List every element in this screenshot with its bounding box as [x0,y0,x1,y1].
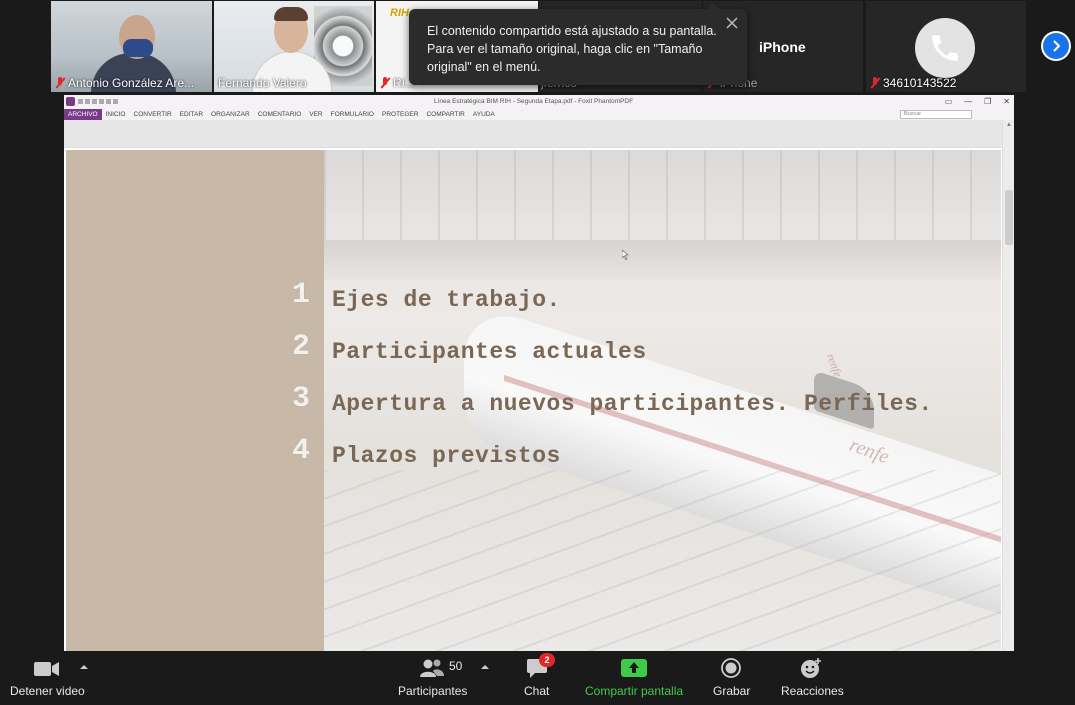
menu-item-proteger[interactable]: PROTEGER [378,111,422,118]
mouse-cursor-icon [621,247,630,261]
vertical-scrollbar[interactable]: ▲ [1002,120,1014,651]
record-icon [721,658,741,678]
phone-icon [915,18,975,78]
video-options-caret-icon[interactable] [80,665,88,669]
participant-name: 34610143522 [870,76,956,90]
menu-item-archivo[interactable]: ARCHIVO [64,109,102,120]
list-item: Apertura a nuevos participantes. Perfile… [332,391,933,417]
menu-item-formulario[interactable]: FORMULARIO [327,111,378,118]
participant-tile[interactable]: Antonio González Are... [51,1,212,92]
participants-button[interactable]: 50 Participantes [395,651,470,705]
video-camera-icon [34,662,59,676]
menu-item-editar[interactable]: EDITAR [176,111,207,118]
search-input[interactable]: Buscar [900,110,972,119]
quick-access-toolbar [78,99,118,104]
participant-title: iPhone [759,39,806,55]
emoji-add-icon [801,658,821,678]
station-roof [324,150,1001,240]
window-controls: ▭ — ❐ ✕ [945,97,1010,106]
participants-icon [420,659,444,677]
menu-item-convertir[interactable]: CONVERTIR [130,111,176,118]
toast-arrow [707,3,719,9]
person-hair [274,7,308,21]
zoom-meeting-window: Antonio González Are... Fernando Valero … [0,0,1075,705]
list-number: 1 [292,278,311,312]
slide-left-panel [66,150,324,651]
pdf-page: renfe renfe 1 Ejes de trabajo. 2 Partici… [66,150,1001,651]
station-platform [324,240,1001,280]
foxit-logo-icon [66,97,75,106]
menu-item-compartir[interactable]: COMPARTIR [422,111,468,118]
mic-muted-icon [870,77,880,89]
window-title: Línea Estratégica BIM RIH - Segunda Etap… [434,98,634,105]
face-mask [123,39,153,57]
document-area-top [64,120,1014,148]
rail-tracks [324,470,1001,651]
list-item: Plazos previstos [332,443,561,469]
share-screen-button[interactable]: Compartir pantalla [580,651,688,705]
list-item: Participantes actuales [332,339,647,365]
record-button[interactable]: Grabar [708,651,753,705]
share-screen-icon [621,659,647,677]
menu-item-ayuda[interactable]: AYUDA [469,111,499,118]
app-titlebar: Línea Estratégica BIM RIH - Segunda Etap… [64,95,1014,109]
participant-tile[interactable]: Fernando Valero [214,1,374,92]
menu-item-inicio[interactable]: INICIO [102,111,130,118]
list-number: 4 [292,434,311,468]
mic-muted-icon [55,77,65,89]
menu-item-organizar[interactable]: ORGANIZAR [207,111,254,118]
stop-video-button[interactable]: Detener video [8,651,88,705]
minimize-icon[interactable]: ▭ [945,97,953,106]
shared-screen: Línea Estratégica BIM RIH - Segunda Etap… [64,95,1014,651]
rih-logo: RIH [390,7,409,19]
participants-count: 50 [449,659,463,673]
close-icon[interactable] [725,16,739,30]
participant-name: Antonio González Are... [55,76,194,90]
chat-button[interactable]: 2 Chat [515,651,559,705]
reactions-button[interactable]: Reacciones [778,651,844,705]
meeting-toolbar: Detener video 50 Participantes 2 Chat Co… [0,651,1075,705]
ribbon-menu: ARCHIVO INICIO CONVERTIR EDITAR ORGANIZA… [64,109,1014,120]
toast-message: El contenido compartido está ajustado a … [427,24,717,74]
chat-unread-badge: 2 [539,653,555,667]
participants-options-caret-icon[interactable] [481,665,489,669]
participant-tile[interactable]: 34610143522 [866,1,1026,92]
menu-item-comentario[interactable]: COMENTARIO [254,111,306,118]
list-number: 2 [292,330,311,364]
scroll-up-icon[interactable]: ▲ [1006,122,1012,128]
scrollbar-thumb[interactable] [1005,190,1013,245]
fit-to-screen-toast: El contenido compartido está ajustado a … [409,3,747,85]
mic-muted-icon [380,77,390,89]
list-item: Ejes de trabajo. [332,287,561,313]
menu-item-ver[interactable]: VER [305,111,326,118]
next-page-button[interactable] [1041,31,1071,61]
chevron-right-icon [1043,33,1069,59]
close-icon[interactable]: ✕ [1003,97,1010,106]
restore-icon[interactable]: ❐ [984,97,991,106]
list-number: 3 [292,382,311,416]
minimize-icon[interactable]: — [964,97,972,106]
participant-name: Fernando Valero [218,76,307,90]
